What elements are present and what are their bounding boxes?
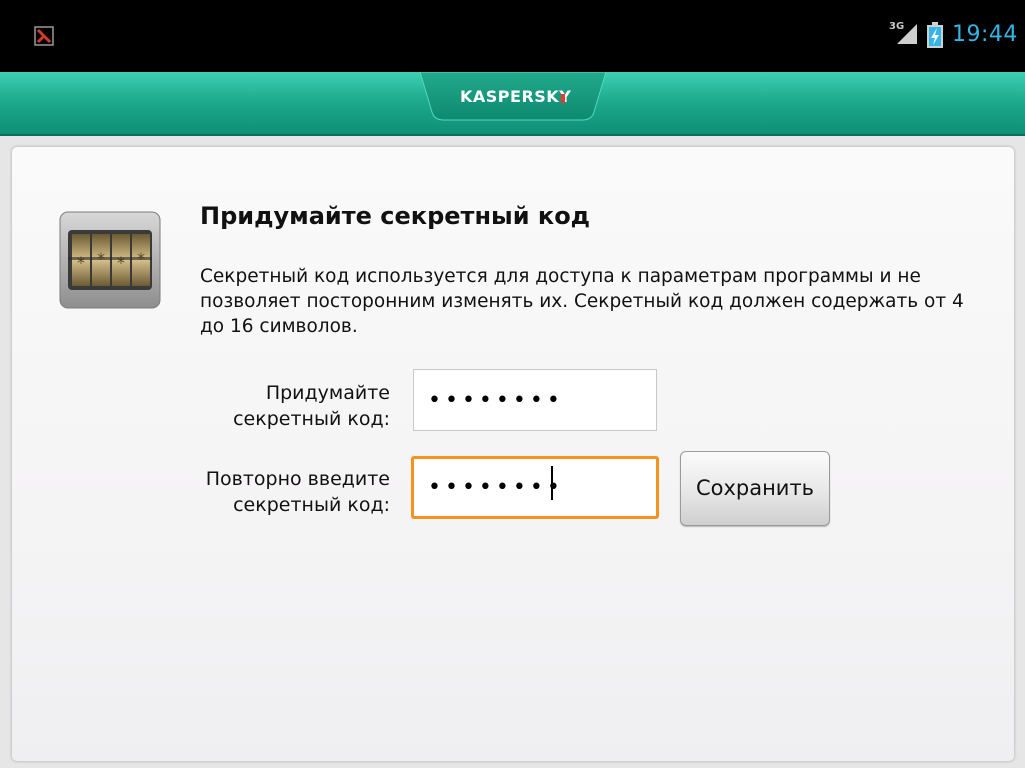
- repeat-secret-code-label-line1: Повторно введите: [205, 468, 390, 490]
- text-cursor: [551, 466, 553, 500]
- battery-charging-icon: [927, 22, 943, 48]
- logo-mark: [561, 94, 565, 103]
- logo-text: KASPERSKY: [460, 87, 572, 106]
- page-title: Придумайте секретный код: [200, 202, 591, 230]
- secret-code-input[interactable]: [413, 369, 657, 431]
- svg-text:*: *: [77, 253, 85, 272]
- kaspersky-logo: KASPERSKY: [420, 72, 606, 122]
- secret-code-label: Придумайте секретный код:: [170, 380, 390, 432]
- description-text: Секретный код используется для доступа к…: [200, 266, 964, 337]
- repeat-secret-code-input[interactable]: [411, 456, 659, 519]
- status-bar: 3G 19:44: [0, 0, 1025, 72]
- secret-code-label-line2: секретный код:: [233, 408, 390, 430]
- repeat-secret-code-label: Повторно введите секретный код:: [170, 466, 390, 518]
- combination-lock-icon: * * * *: [59, 211, 161, 309]
- secret-code-label-line1: Придумайте: [265, 382, 390, 404]
- status-clock: 19:44: [952, 22, 1018, 47]
- kaspersky-notification-icon[interactable]: [34, 26, 54, 46]
- save-button[interactable]: Сохранить: [680, 451, 830, 526]
- svg-text:*: *: [117, 253, 125, 272]
- signal-3g-icon: 3G: [889, 21, 919, 44]
- app-header: KASPERSKY: [0, 72, 1025, 136]
- repeat-secret-code-label-line2: секретный код:: [233, 494, 390, 516]
